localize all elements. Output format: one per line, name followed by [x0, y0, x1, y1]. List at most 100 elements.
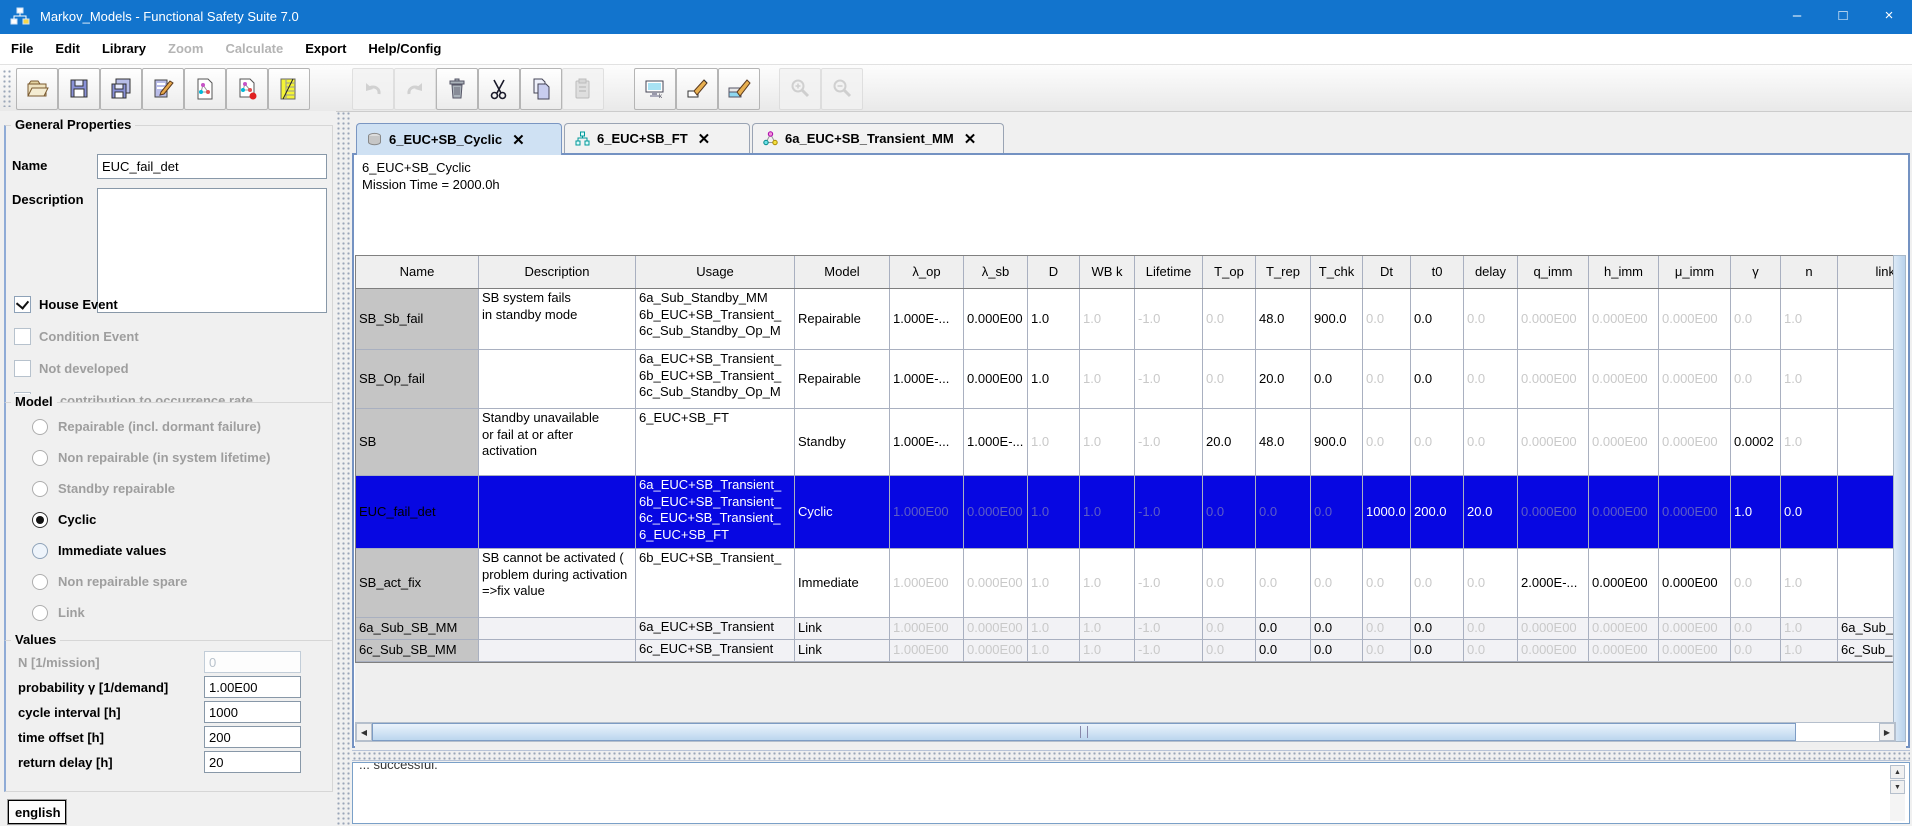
column-header-model[interactable]: Model: [795, 256, 890, 288]
cell-name[interactable]: SB: [356, 409, 479, 475]
verify-model-monitor-button[interactable]: k: [634, 68, 676, 110]
sidebar-splitter[interactable]: [336, 111, 351, 826]
cell-h-imm[interactable]: 0.000E00: [1589, 618, 1659, 639]
cell-description[interactable]: SB system fails in standby mode: [479, 289, 636, 349]
cell-imm[interactable]: 0.000E00: [1659, 618, 1731, 639]
column-header-usage[interactable]: Usage: [636, 256, 795, 288]
menu-library[interactable]: Library: [91, 34, 157, 64]
maximize-button[interactable]: □: [1820, 0, 1866, 34]
cell-name[interactable]: SB_Sb_fail: [356, 289, 479, 349]
cell-model[interactable]: Cyclic: [795, 476, 890, 548]
cell-[interactable]: 0.0: [1731, 289, 1781, 349]
cell-dt[interactable]: 0.0: [1363, 549, 1411, 617]
cell-t0[interactable]: 0.0: [1411, 640, 1464, 661]
table-vertical-scrollbar-thumb[interactable]: [1894, 256, 1905, 741]
scroll-right-arrow[interactable]: ▶: [1879, 723, 1895, 741]
cell-[interactable]: 1.0: [1731, 476, 1781, 548]
cell-lifetime[interactable]: -1.0: [1135, 409, 1203, 475]
cell-delay[interactable]: 0.0: [1464, 409, 1518, 475]
menu-export[interactable]: Export: [294, 34, 357, 64]
new-model-document-button[interactable]: [184, 68, 226, 110]
cell-wb-k[interactable]: 1.0: [1080, 350, 1135, 408]
cell-lifetime[interactable]: -1.0: [1135, 350, 1203, 408]
cell-t0[interactable]: 0.0: [1411, 409, 1464, 475]
radio-circle[interactable]: [32, 419, 48, 435]
tab-6-euc-sb-cyclic[interactable]: 6_EUC+SB_Cyclic✕: [356, 123, 562, 155]
column-header-wb-k[interactable]: WB k: [1080, 256, 1135, 288]
column-header-imm[interactable]: μ_imm: [1659, 256, 1731, 288]
column-header-t-rep[interactable]: T_rep: [1256, 256, 1311, 288]
value-input-time-offset-h[interactable]: [204, 726, 301, 748]
cell-t-chk[interactable]: 900.0: [1311, 409, 1363, 475]
column-header-n[interactable]: n: [1781, 256, 1838, 288]
menu-zoom[interactable]: Zoom: [157, 34, 214, 64]
cell-n[interactable]: 1.0: [1781, 350, 1838, 408]
cell-t-chk[interactable]: 0.0: [1311, 618, 1363, 639]
close-button[interactable]: ×: [1866, 0, 1912, 34]
cell-usage[interactable]: 6c_EUC+SB_Transient: [636, 640, 795, 661]
radio-cyclic[interactable]: Cyclic: [32, 504, 328, 535]
radio-immediate-values[interactable]: Immediate values: [32, 535, 328, 566]
cell-n[interactable]: 0.0: [1781, 476, 1838, 548]
value-input-probability-1-demand[interactable]: [204, 676, 301, 698]
cell-d[interactable]: 1.0: [1028, 476, 1080, 548]
table-row-euc-fail-det[interactable]: EUC_fail_det6a_EUC+SB_Transient_ 6b_EUC+…: [356, 476, 1898, 549]
cell-delay[interactable]: 20.0: [1464, 476, 1518, 548]
cell-d[interactable]: 1.0: [1028, 549, 1080, 617]
cell-sb[interactable]: 0.000E00: [964, 476, 1028, 548]
scroll-left-arrow[interactable]: ◀: [356, 723, 372, 741]
open-folder-button[interactable]: [16, 68, 58, 110]
table-row-sb[interactable]: SBStandby unavailable or fail at or afte…: [356, 409, 1898, 476]
language-button[interactable]: english: [8, 800, 66, 824]
cell-name[interactable]: 6a_Sub_SB_MM: [356, 618, 479, 639]
cell-wb-k[interactable]: 1.0: [1080, 476, 1135, 548]
column-header-description[interactable]: Description: [479, 256, 636, 288]
cell-op[interactable]: 1.000E00: [890, 549, 964, 617]
cell-q-imm[interactable]: 0.000E00: [1518, 618, 1589, 639]
cell-link[interactable]: [1838, 409, 1898, 475]
column-header-delay[interactable]: delay: [1464, 256, 1518, 288]
cell-n[interactable]: 1.0: [1781, 549, 1838, 617]
edit-table-pencil-button[interactable]: [718, 68, 760, 110]
column-header-h-imm[interactable]: h_imm: [1589, 256, 1659, 288]
cell-[interactable]: 0.0: [1731, 618, 1781, 639]
cell-model[interactable]: Immediate: [795, 549, 890, 617]
cell-wb-k[interactable]: 1.0: [1080, 409, 1135, 475]
cell-op[interactable]: 1.000E-...: [890, 350, 964, 408]
checkbox-box[interactable]: [14, 328, 31, 345]
cell-sb[interactable]: 0.000E00: [964, 618, 1028, 639]
column-header-q-imm[interactable]: q_imm: [1518, 256, 1589, 288]
checkbox-not-developed[interactable]: Not developed: [14, 352, 326, 384]
cell-model[interactable]: Link: [795, 640, 890, 661]
cell-link[interactable]: 6a_Sub_S: [1838, 618, 1898, 639]
cell-imm[interactable]: 0.000E00: [1659, 350, 1731, 408]
cell-imm[interactable]: 0.000E00: [1659, 409, 1731, 475]
cell-description[interactable]: [479, 350, 636, 408]
toolbar-grip[interactable]: [2, 69, 13, 107]
cell-t-rep[interactable]: 0.0: [1256, 476, 1311, 548]
cell-d[interactable]: 1.0: [1028, 289, 1080, 349]
cell-t-op[interactable]: 20.0: [1203, 409, 1256, 475]
checkbox-box[interactable]: [14, 360, 31, 377]
cell-lifetime[interactable]: -1.0: [1135, 289, 1203, 349]
cut-scissors-button[interactable]: [478, 68, 520, 110]
cell-t-op[interactable]: 0.0: [1203, 549, 1256, 617]
cell-t-op[interactable]: 0.0: [1203, 350, 1256, 408]
cell-dt[interactable]: 0.0: [1363, 409, 1411, 475]
cell-model[interactable]: Link: [795, 618, 890, 639]
radio-repairable-incl-dormant-failure[interactable]: Repairable (incl. dormant failure): [32, 411, 328, 442]
tab-close-icon[interactable]: ✕: [962, 130, 979, 148]
column-header-t0[interactable]: t0: [1411, 256, 1464, 288]
cell-description[interactable]: Standby unavailable or fail at or after …: [479, 409, 636, 475]
cell-model[interactable]: Repairable: [795, 289, 890, 349]
cell-usage[interactable]: 6a_EUC+SB_Transient_ 6b_EUC+SB_Transient…: [636, 350, 795, 408]
cell-op[interactable]: 1.000E-...: [890, 409, 964, 475]
cell-t-rep[interactable]: 0.0: [1256, 618, 1311, 639]
cell-t-op[interactable]: 0.0: [1203, 476, 1256, 548]
cell-h-imm[interactable]: 0.000E00: [1589, 549, 1659, 617]
cell-n[interactable]: 1.0: [1781, 289, 1838, 349]
cell-imm[interactable]: 0.000E00: [1659, 476, 1731, 548]
cell-dt[interactable]: 0.0: [1363, 350, 1411, 408]
cell-wb-k[interactable]: 1.0: [1080, 618, 1135, 639]
checkbox-house-event[interactable]: House Event: [14, 288, 326, 320]
